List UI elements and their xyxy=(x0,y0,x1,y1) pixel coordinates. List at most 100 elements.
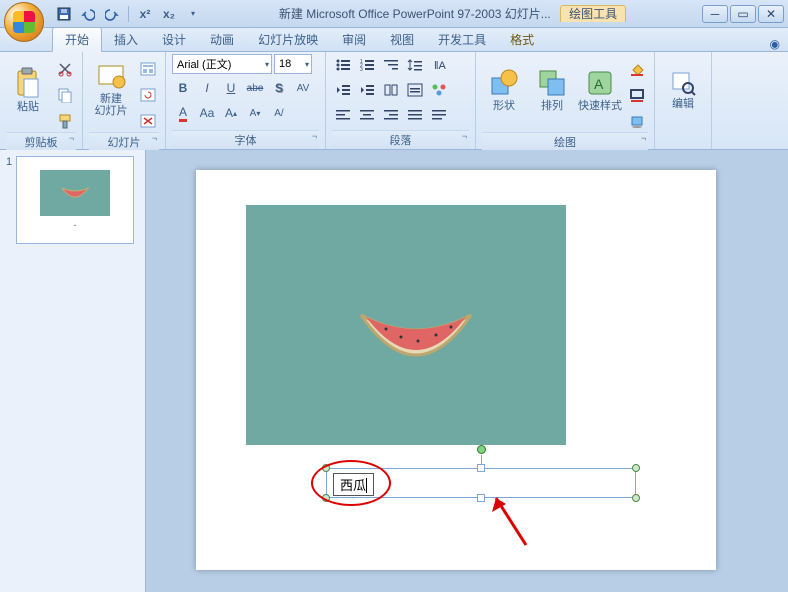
group-editing: 编辑 . xyxy=(655,52,712,149)
clear-format-button[interactable]: A/ xyxy=(268,102,290,124)
ribbon: 粘贴 剪贴板 新建 幻灯片 幻灯片 xyxy=(0,52,788,150)
strike-button[interactable]: abe xyxy=(244,77,266,99)
group-slides: 新建 幻灯片 幻灯片 xyxy=(83,52,166,149)
qat-more-icon[interactable]: ▾ xyxy=(183,4,203,24)
font-name-combo[interactable]: Arial (正文)▾ xyxy=(172,54,272,74)
underline-button[interactable]: U xyxy=(220,77,242,99)
decrease-indent-button[interactable] xyxy=(332,79,354,101)
svg-text:3: 3 xyxy=(360,67,363,72)
resize-handle-se[interactable] xyxy=(632,494,640,502)
char-spacing-button[interactable]: AV xyxy=(292,77,314,99)
columns-button[interactable] xyxy=(380,79,402,101)
tab-slideshow[interactable]: 幻灯片放映 xyxy=(246,28,330,51)
tab-design[interactable]: 设计 xyxy=(150,28,198,51)
slide-picture[interactable] xyxy=(246,205,566,445)
shape-effects-icon[interactable] xyxy=(626,110,648,132)
find-icon xyxy=(670,70,696,96)
tab-format[interactable]: 格式 xyxy=(498,28,546,51)
font-size-combo[interactable]: 18▾ xyxy=(274,54,312,74)
redo-icon[interactable] xyxy=(102,4,122,24)
tab-review[interactable]: 审阅 xyxy=(330,28,378,51)
editing-button[interactable]: 编辑 xyxy=(661,54,705,126)
tab-home[interactable]: 开始 xyxy=(52,27,102,52)
thumb-number: 1 xyxy=(6,156,12,244)
font-color-button[interactable]: A xyxy=(172,102,194,124)
ribbon-tabs: 开始 插入 设计 动画 幻灯片放映 审阅 视图 开发工具 格式 ◉ xyxy=(0,28,788,52)
justify-button[interactable] xyxy=(404,104,426,126)
tab-animation[interactable]: 动画 xyxy=(198,28,246,51)
annotation-circle xyxy=(311,460,391,506)
shapes-icon xyxy=(489,68,519,98)
group-label-drawing: 绘图 xyxy=(482,132,648,151)
quick-styles-label: 快速样式 xyxy=(578,100,622,112)
window-title: 新建 Microsoft Office PowerPoint 97-2003 幻… xyxy=(203,5,702,22)
bold-button[interactable]: B xyxy=(172,77,194,99)
resize-handle-n[interactable] xyxy=(477,464,485,472)
italic-button[interactable]: I xyxy=(196,77,218,99)
distribute-button[interactable] xyxy=(428,104,450,126)
help-icon[interactable]: ◉ xyxy=(770,37,780,51)
shape-fill-icon[interactable] xyxy=(626,58,648,80)
paste-icon xyxy=(14,67,42,99)
quick-access-toolbar: x² x₂ ▾ xyxy=(54,4,203,24)
svg-text:A: A xyxy=(594,76,604,92)
tab-view[interactable]: 视图 xyxy=(378,28,426,51)
arrange-button[interactable]: 排列 xyxy=(530,54,574,126)
editing-label: 编辑 xyxy=(672,98,694,110)
qat-custom-1[interactable]: x² xyxy=(135,4,155,24)
delete-slide-icon[interactable] xyxy=(137,110,159,132)
align-right-button[interactable] xyxy=(380,104,402,126)
maximize-button[interactable]: ▭ xyxy=(730,5,756,23)
align-left-button[interactable] xyxy=(332,104,354,126)
slide-thumbnail-1[interactable]: - xyxy=(16,156,134,244)
change-case-button[interactable]: Aa xyxy=(196,102,218,124)
close-button[interactable]: ✕ xyxy=(758,5,784,23)
undo-icon[interactable] xyxy=(78,4,98,24)
office-button[interactable] xyxy=(4,2,44,42)
tab-developer[interactable]: 开发工具 xyxy=(426,28,498,51)
bullets-button[interactable] xyxy=(332,54,354,76)
thumb-caption: - xyxy=(74,220,77,230)
new-slide-button[interactable]: 新建 幻灯片 xyxy=(89,54,133,126)
thumb-image xyxy=(40,170,110,216)
workspace: 1 - xyxy=(0,150,788,592)
qat-custom-2[interactable]: x₂ xyxy=(159,4,179,24)
shadow-button[interactable]: S xyxy=(268,77,290,99)
resize-handle-s[interactable] xyxy=(477,494,485,502)
slide-thumbnails-panel: 1 - xyxy=(0,150,146,592)
group-clipboard: 粘贴 剪贴板 xyxy=(0,52,83,149)
format-painter-icon[interactable] xyxy=(54,110,76,132)
reset-slide-icon[interactable] xyxy=(137,84,159,106)
numbering-button[interactable]: 123 xyxy=(356,54,378,76)
group-drawing: 形状 排列 A 快速样式 绘图 xyxy=(476,52,655,149)
shrink-font-button[interactable]: A▾ xyxy=(244,102,266,124)
slide-canvas[interactable]: 西瓜 xyxy=(146,150,788,592)
quick-styles-icon: A xyxy=(585,68,615,98)
watermelon-image xyxy=(356,305,476,375)
align-text-button[interactable] xyxy=(404,79,426,101)
tab-insert[interactable]: 插入 xyxy=(102,28,150,51)
shapes-button[interactable]: 形状 xyxy=(482,54,526,126)
text-direction-button[interactable]: ‖A xyxy=(428,54,450,76)
quick-styles-button[interactable]: A 快速样式 xyxy=(578,54,622,126)
layout-icon[interactable] xyxy=(137,58,159,80)
slide: 西瓜 xyxy=(196,170,716,570)
save-icon[interactable] xyxy=(54,4,74,24)
grow-font-button[interactable]: A▴ xyxy=(220,102,242,124)
minimize-button[interactable]: ─ xyxy=(702,5,728,23)
list-level-button[interactable] xyxy=(380,54,402,76)
smartart-button[interactable] xyxy=(428,79,450,101)
paste-button[interactable]: 粘贴 xyxy=(6,54,50,126)
line-spacing-button[interactable] xyxy=(404,54,426,76)
cut-icon[interactable] xyxy=(54,58,76,80)
rotate-handle[interactable] xyxy=(477,445,486,454)
svg-text:‖A: ‖A xyxy=(434,60,446,72)
copy-icon[interactable] xyxy=(54,84,76,106)
arrange-icon xyxy=(537,68,567,98)
paste-label: 粘贴 xyxy=(17,101,39,113)
shape-outline-icon[interactable] xyxy=(626,84,648,106)
resize-handle-ne[interactable] xyxy=(632,464,640,472)
increase-indent-button[interactable] xyxy=(356,79,378,101)
align-center-button[interactable] xyxy=(356,104,378,126)
group-label-clipboard: 剪贴板 xyxy=(6,132,76,151)
